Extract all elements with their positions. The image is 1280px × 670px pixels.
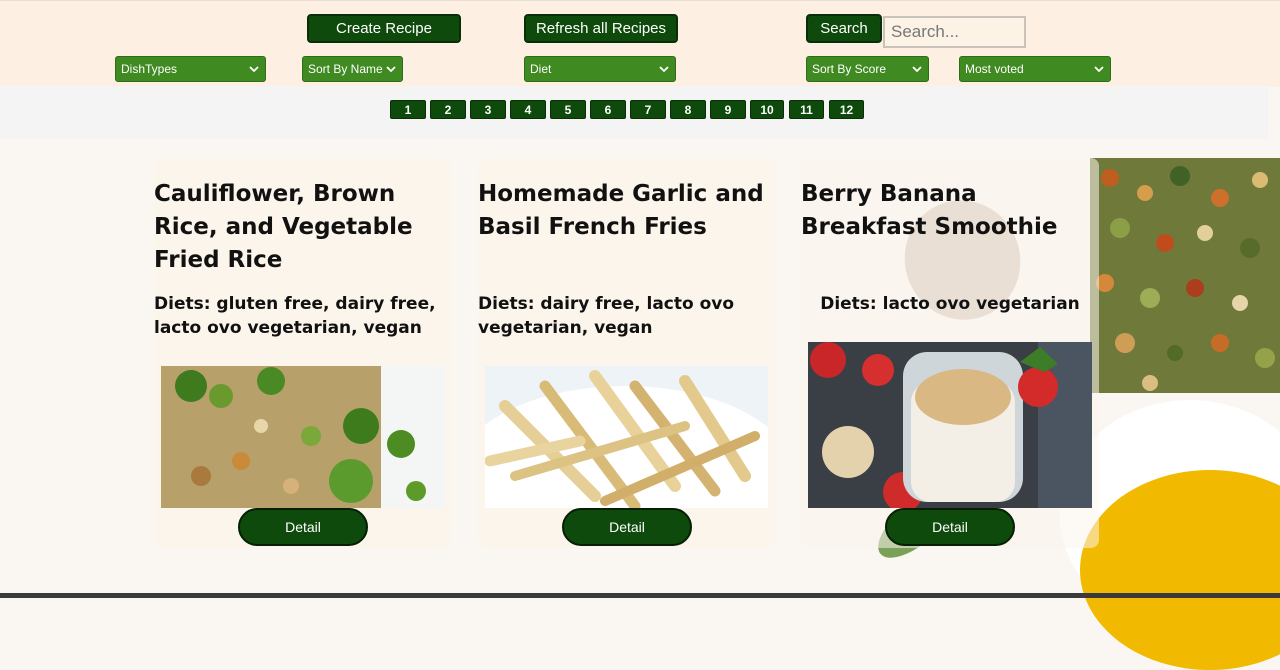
chevron-down-icon <box>1094 66 1104 73</box>
smoothie-image <box>808 342 1092 508</box>
page-button-10[interactable]: 10 <box>750 100 784 119</box>
chevron-down-icon <box>912 66 922 73</box>
page-button-9[interactable]: 9 <box>710 100 746 119</box>
detail-button[interactable]: Detail <box>238 508 368 546</box>
page-button-8[interactable]: 8 <box>670 100 706 119</box>
page-button-3[interactable]: 3 <box>470 100 506 119</box>
chevron-down-icon <box>386 66 396 73</box>
page-button-5[interactable]: 5 <box>550 100 586 119</box>
chevron-down-icon <box>659 66 669 73</box>
detail-button[interactable]: Detail <box>562 508 692 546</box>
recipe-card: Homemade Garlic and Basil French Fries D… <box>478 158 775 548</box>
detail-button[interactable]: Detail <box>885 508 1015 546</box>
background-spices-image <box>1090 158 1280 393</box>
sort-by-name-select[interactable]: Sort By Name <box>302 56 403 82</box>
sort-by-score-select-value: Sort By Score <box>812 62 887 76</box>
diet-select-value: Diet <box>530 62 552 76</box>
dish-types-select[interactable]: DishTypes <box>115 56 266 82</box>
chevron-down-icon <box>249 66 259 73</box>
page-button-11[interactable]: 11 <box>789 100 824 119</box>
recipe-title: Berry Banana Breakfast Smoothie <box>801 181 1058 240</box>
page-button-1[interactable]: 1 <box>390 100 426 119</box>
recipe-diets: Diets: gluten free, dairy free, lacto ov… <box>154 294 436 338</box>
sort-by-score-select[interactable]: Sort By Score <box>806 56 929 82</box>
page-button-6[interactable]: 6 <box>590 100 626 119</box>
recipe-title: Homemade Garlic and Basil French Fries <box>478 181 764 240</box>
page-button-12[interactable]: 12 <box>829 100 864 119</box>
search-input[interactable] <box>883 16 1026 48</box>
diet-select[interactable]: Diet <box>524 56 676 82</box>
bottom-edge <box>0 593 1280 598</box>
page-button-7[interactable]: 7 <box>630 100 666 119</box>
sort-by-name-select-value: Sort By Name <box>308 62 383 76</box>
recipe-diets: Diets: lacto ovo vegetarian <box>820 294 1080 314</box>
refresh-all-recipes-button[interactable]: Refresh all Recipes <box>524 14 678 43</box>
page-button-2[interactable]: 2 <box>430 100 466 119</box>
search-button[interactable]: Search <box>806 14 882 43</box>
dish-types-select-value: DishTypes <box>121 62 178 76</box>
recipe-title: Cauliflower, Brown Rice, and Vegetable F… <box>154 181 413 273</box>
fried-rice-image <box>161 366 445 508</box>
create-recipe-button[interactable]: Create Recipe <box>307 14 461 43</box>
recipe-card: Cauliflower, Brown Rice, and Vegetable F… <box>154 158 451 548</box>
recipe-diets: Diets: dairy free, lacto ovo vegetarian,… <box>478 294 735 338</box>
most-voted-select-value: Most voted <box>965 62 1024 76</box>
page-button-4[interactable]: 4 <box>510 100 546 119</box>
french-fries-image <box>485 366 768 508</box>
recipe-card: Berry Banana Breakfast Smoothie Diets: l… <box>801 158 1099 548</box>
most-voted-select[interactable]: Most voted <box>959 56 1111 82</box>
